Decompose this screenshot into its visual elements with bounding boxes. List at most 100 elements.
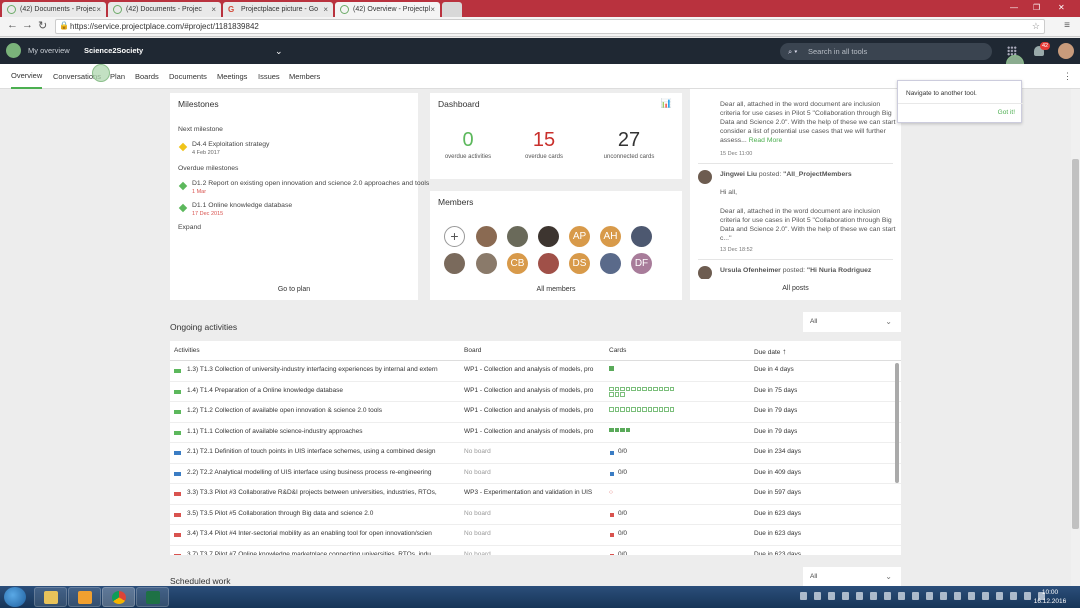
tray-icon[interactable] (814, 592, 821, 600)
column-header-due-date[interactable]: Due date ↑ (754, 347, 786, 356)
activity-name[interactable]: 2.1) T2.1 Definition of touch points in … (187, 448, 460, 455)
go-to-plan-link[interactable]: Go to plan (170, 286, 418, 293)
got-it-button[interactable]: Got it! (998, 109, 1015, 116)
system-clock[interactable]: 10:00 16.12.2016 (1030, 588, 1070, 606)
member-avatar[interactable] (538, 253, 559, 274)
board-name[interactable]: WP1 - Collection and analysis of models,… (464, 428, 606, 435)
board-name[interactable]: WP1 - Collection and analysis of models,… (464, 387, 606, 394)
activity-name[interactable]: 3.3) T3.3 Pilot #3 Collaborative R&D&I p… (187, 489, 460, 496)
tray-icon[interactable] (1010, 592, 1017, 600)
taskbar-chrome[interactable] (102, 587, 135, 607)
tab-overview[interactable]: Overview (11, 64, 43, 89)
url-input[interactable]: 🔒 https://service.projectplace.com/#proj… (55, 19, 1045, 34)
windows-start-button[interactable] (4, 587, 26, 607)
member-avatar[interactable]: AH (600, 226, 621, 247)
activity-name[interactable]: 1.4) T1.4 Preparation of a Online knowle… (187, 387, 460, 394)
activity-name[interactable]: 3.5) T3.5 Pilot #5 Collaboration through… (187, 510, 460, 517)
new-tab-button[interactable] (442, 2, 462, 17)
milestone-name[interactable]: D4.4 Exploitation strategy (192, 141, 269, 148)
user-avatar[interactable] (1058, 43, 1074, 59)
reload-icon[interactable]: ↻ (38, 19, 47, 32)
table-row[interactable]: 1.4) T1.4 Preparation of a Online knowle… (170, 382, 901, 402)
board-name[interactable]: WP1 - Collection and analysis of models,… (464, 407, 606, 414)
tab-boards[interactable]: Boards (135, 64, 159, 89)
table-row[interactable]: 3.5) T3.5 Pilot #5 Collaboration through… (170, 505, 901, 525)
browser-tab[interactable]: (42) Documents - Projec × (2, 2, 106, 17)
my-overview-link[interactable]: My overview (28, 38, 70, 64)
forward-icon[interactable]: → (22, 19, 33, 31)
page-scrollbar[interactable] (1071, 89, 1080, 586)
activity-name[interactable]: 3.7) T3.7 Pilot #7 Online knowledge mark… (187, 551, 460, 556)
member-avatar[interactable]: AP (569, 226, 590, 247)
board-name[interactable]: No board (464, 530, 606, 537)
table-row[interactable]: 2.2) T2.2 Analytical modelling of UIS in… (170, 464, 901, 484)
author-avatar[interactable] (698, 266, 712, 280)
board-name[interactable]: WP3 - Experimentation and validation in … (464, 489, 606, 496)
taskbar-outlook[interactable] (68, 587, 101, 607)
tray-icon[interactable] (898, 592, 905, 600)
back-icon[interactable]: ← (7, 19, 18, 31)
close-icon[interactable]: × (430, 2, 435, 17)
board-name[interactable]: No board (464, 510, 606, 517)
member-avatar[interactable] (538, 226, 559, 247)
tutorial-hotspot[interactable] (92, 64, 110, 82)
member-avatar[interactable] (507, 226, 528, 247)
tray-icon[interactable] (982, 592, 989, 600)
browser-menu-icon[interactable]: ≡ (1064, 20, 1070, 31)
tray-icon[interactable] (926, 592, 933, 600)
read-more-link[interactable]: Read More (749, 137, 783, 144)
member-avatar[interactable]: DS (569, 253, 590, 274)
scrollbar-thumb[interactable] (1072, 159, 1079, 529)
tab-members[interactable]: Members (289, 64, 320, 89)
milestone-name[interactable]: D1.2 Report on existing open innovation … (192, 180, 429, 187)
table-row[interactable]: 3.3) T3.3 Pilot #3 Collaborative R&D&I p… (170, 484, 901, 505)
close-icon[interactable]: × (323, 2, 328, 17)
maximize-icon[interactable]: ❐ (1033, 0, 1040, 15)
tab-documents[interactable]: Documents (169, 64, 207, 89)
member-avatar[interactable]: DF (631, 253, 652, 274)
bookmark-star-icon[interactable]: ☆ (1032, 20, 1040, 33)
tray-icon[interactable] (954, 592, 961, 600)
board-name[interactable]: No board (464, 469, 606, 476)
browser-tab-active[interactable]: (42) Overview - Projectpl × (335, 2, 440, 17)
member-avatar[interactable] (600, 253, 621, 274)
search-input[interactable]: ⌕ ▾ Search in all tools (780, 43, 992, 60)
more-options-icon[interactable]: ⋮ (1063, 71, 1072, 82)
taskbar-explorer[interactable] (34, 587, 67, 607)
chart-icon[interactable]: 📊 (661, 98, 672, 109)
browser-tab[interactable]: (42) Documents - Projec × (108, 2, 221, 17)
milestone-name[interactable]: D1.1 Online knowledge database (192, 202, 292, 209)
table-scrollbar[interactable] (895, 363, 899, 483)
tray-icon[interactable] (856, 592, 863, 600)
column-header-activities[interactable]: Activities (174, 347, 200, 354)
overdue-activities-count[interactable]: 0 (428, 129, 508, 152)
tray-icon[interactable] (884, 592, 891, 600)
tab-meetings[interactable]: Meetings (217, 64, 247, 89)
tray-icon[interactable] (800, 592, 807, 600)
tray-icon[interactable] (870, 592, 877, 600)
tray-icon[interactable] (828, 592, 835, 600)
member-avatar[interactable] (631, 226, 652, 247)
column-header-board[interactable]: Board (464, 347, 481, 354)
close-window-icon[interactable]: ✕ (1058, 0, 1065, 15)
tray-icon[interactable] (968, 592, 975, 600)
minimize-icon[interactable]: — (1010, 0, 1018, 15)
table-row[interactable]: 1.3) T1.3 Collection of university-indus… (170, 361, 901, 382)
table-row[interactable]: 3.4) T3.4 Pilot #4 Inter-sectorial mobil… (170, 525, 901, 546)
projectplace-logo-icon[interactable] (6, 43, 21, 58)
chevron-down-icon[interactable]: ⌄ (275, 38, 283, 64)
taskbar-excel[interactable] (136, 587, 169, 607)
browser-tab[interactable]: G Projectplace picture - Go × (223, 2, 333, 17)
tab-issues[interactable]: Issues (258, 64, 280, 89)
all-posts-link[interactable]: All posts (690, 285, 901, 292)
activity-name[interactable]: 1.1) T1.1 Collection of available scienc… (187, 428, 460, 435)
tray-icon[interactable] (912, 592, 919, 600)
member-avatar[interactable] (476, 253, 497, 274)
all-members-link[interactable]: All members (430, 286, 682, 293)
tray-icon[interactable] (940, 592, 947, 600)
project-name[interactable]: Science2Society (84, 38, 143, 64)
table-row[interactable]: 1.1) T1.1 Collection of available scienc… (170, 423, 901, 443)
board-name[interactable]: WP1 - Collection and analysis of models,… (464, 366, 606, 373)
board-name[interactable]: No board (464, 551, 606, 556)
table-row[interactable]: 2.1) T2.1 Definition of touch points in … (170, 443, 901, 464)
